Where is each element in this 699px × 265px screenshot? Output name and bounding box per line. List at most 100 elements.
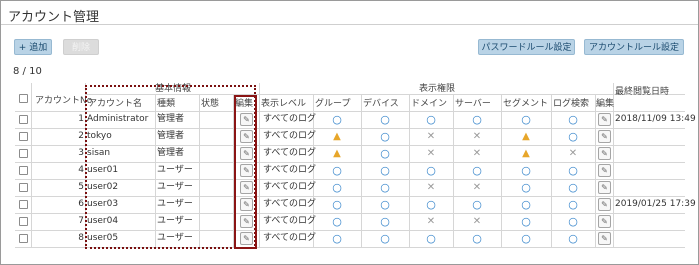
circle-icon: ○ (332, 215, 342, 228)
account-number: 1 (78, 114, 84, 124)
circle-icon: ○ (568, 198, 578, 211)
circle-icon: ○ (380, 181, 390, 194)
circle-icon: ○ (426, 198, 436, 211)
circle-icon: ○ (380, 147, 390, 160)
circle-icon: ○ (472, 164, 482, 177)
display-level: すべてのログ (263, 165, 317, 175)
cross-icon: ✕ (426, 182, 436, 193)
circle-icon: ○ (521, 215, 531, 228)
display-level: すべてのログ (263, 233, 317, 243)
column-divider (259, 83, 260, 247)
warning-icon: ▲ (522, 131, 530, 142)
header-display-level: 表示レベル (261, 99, 307, 109)
circle-icon: ○ (380, 113, 390, 126)
circle-icon: ○ (521, 164, 531, 177)
circle-icon: ○ (332, 164, 342, 177)
cross-icon: ✕ (426, 131, 436, 142)
circle-icon: ○ (568, 215, 578, 228)
edit-icon[interactable]: ✎ (598, 181, 611, 194)
circle-icon: ○ (568, 164, 578, 177)
circle-icon: ○ (332, 181, 342, 194)
account-rule-button[interactable]: アカウントルール設定 (584, 39, 684, 55)
display-level: すべてのログ (263, 216, 317, 226)
warning-icon: ▲ (522, 148, 530, 159)
circle-icon: ○ (426, 113, 436, 126)
display-level: すべてのログ (263, 114, 317, 124)
cross-icon: ✕ (426, 216, 436, 227)
account-number: 6 (78, 199, 84, 209)
edit-icon[interactable]: ✎ (598, 113, 611, 126)
header-edit2: 編集 (596, 99, 615, 109)
display-level: すべてのログ (263, 148, 317, 158)
display-level: すべてのログ (263, 131, 317, 141)
circle-icon: ○ (380, 215, 390, 228)
circle-icon: ○ (332, 232, 342, 245)
circle-icon: ○ (568, 113, 578, 126)
column-divider (361, 95, 362, 247)
select-all-checkbox[interactable] (19, 94, 28, 103)
page-title: アカウント管理 (8, 10, 100, 25)
circle-icon: ○ (568, 181, 578, 194)
circle-icon: ○ (380, 232, 390, 245)
warning-icon: ▲ (333, 148, 341, 159)
add-button[interactable]: + 追加 (14, 39, 52, 55)
record-count: 8 / 10 (13, 66, 42, 77)
circle-icon: ○ (568, 232, 578, 245)
delete-button[interactable]: 削除 (63, 39, 99, 55)
circle-icon: ○ (472, 198, 482, 211)
circle-icon: ○ (521, 113, 531, 126)
edit-icon[interactable]: ✎ (598, 198, 611, 211)
account-number: 5 (78, 182, 84, 192)
account-number: 3 (78, 148, 84, 158)
circle-icon: ○ (521, 198, 531, 211)
title-divider (1, 24, 698, 25)
column-divider (453, 95, 454, 247)
account-number: 7 (78, 216, 84, 226)
header-device: デバイス (363, 99, 399, 109)
column-divider (595, 95, 596, 247)
display-level: すべてのログ (263, 182, 317, 192)
header-domain: ドメイン (411, 99, 448, 109)
circle-icon: ○ (380, 130, 390, 143)
last-login: 2018/11/09 13:49 (615, 114, 696, 124)
warning-icon: ▲ (333, 131, 341, 142)
column-divider (409, 95, 410, 247)
circle-icon: ○ (380, 164, 390, 177)
last-login: 2019/01/25 17:39 (615, 199, 696, 209)
edit-column-highlight (234, 95, 257, 249)
edit-icon[interactable]: ✎ (598, 164, 611, 177)
account-number: 4 (78, 165, 84, 175)
cross-icon: ✕ (472, 216, 482, 227)
edit-icon[interactable]: ✎ (598, 147, 611, 160)
cross-icon: ✕ (472, 131, 482, 142)
cross-icon: ✕ (472, 148, 482, 159)
circle-icon: ○ (568, 130, 578, 143)
circle-icon: ○ (472, 232, 482, 245)
column-divider (551, 95, 552, 247)
circle-icon: ○ (521, 181, 531, 194)
account-number: 8 (78, 233, 84, 243)
circle-icon: ○ (426, 232, 436, 245)
edit-icon[interactable]: ✎ (598, 232, 611, 245)
circle-icon: ○ (472, 113, 482, 126)
cross-icon: ✕ (426, 148, 436, 159)
circle-icon: ○ (521, 232, 531, 245)
basic-info-highlight (85, 85, 256, 249)
circle-icon: ○ (380, 198, 390, 211)
header-account-no: アカウントNo (35, 96, 93, 106)
cross-icon: ✕ (568, 148, 578, 159)
header-group-display: 表示権限 (419, 84, 456, 94)
circle-icon: ○ (426, 164, 436, 177)
password-rule-button[interactable]: パスワードルール設定 (478, 39, 575, 55)
column-divider (501, 95, 502, 247)
account-management-panel: アカウント管理 + 追加 削除 パスワードルール設定 アカウントルール設定 8 … (0, 0, 699, 265)
cross-icon: ✕ (472, 182, 482, 193)
header-last-login: 最終閲覧日時 (615, 87, 670, 97)
edit-icon[interactable]: ✎ (598, 130, 611, 143)
header-server: サーバー (455, 99, 491, 109)
account-number: 2 (78, 131, 84, 141)
circle-icon: ○ (332, 113, 342, 126)
display-level: すべてのログ (263, 199, 317, 209)
edit-icon[interactable]: ✎ (598, 215, 611, 228)
circle-icon: ○ (332, 198, 342, 211)
